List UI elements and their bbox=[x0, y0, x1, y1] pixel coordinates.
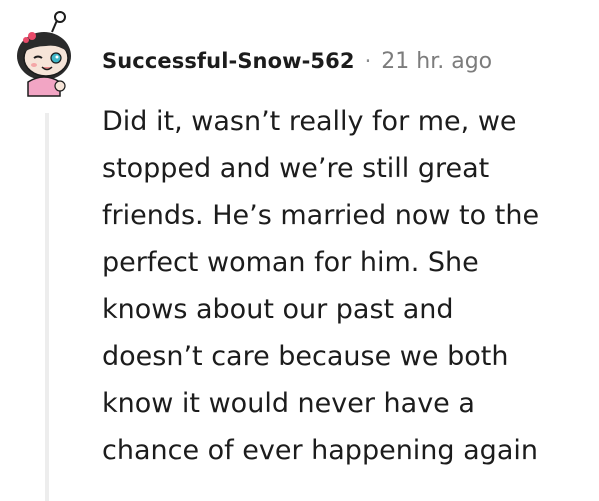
comment-body-line: doesn’t care because we both bbox=[102, 341, 509, 372]
comment-body-line: stopped and we’re still great bbox=[102, 153, 490, 184]
thread-line[interactable] bbox=[45, 113, 49, 501]
comment-body-line: chance of ever happening again bbox=[102, 435, 538, 466]
comment-body-line: friends. He’s married now to the bbox=[102, 200, 540, 231]
comment: Successful-Snow-562 · 21 hr. ago Did it,… bbox=[0, 0, 599, 501]
comment-body-line: Did it, wasn’t really for me, we bbox=[102, 106, 517, 137]
comment-body: Did it, wasn’t really for me, we stopped… bbox=[102, 98, 592, 474]
timestamp-link[interactable]: 21 hr. ago bbox=[381, 49, 492, 74]
comment-body-line: perfect woman for him. She bbox=[102, 247, 479, 278]
username-link[interactable]: Successful-Snow-562 bbox=[102, 49, 355, 73]
comment-body-line: know it would never have a bbox=[102, 388, 475, 419]
snoo-avatar-icon bbox=[17, 11, 71, 97]
comment-header: Successful-Snow-562 · 21 hr. ago bbox=[102, 44, 492, 78]
meta-separator: · bbox=[364, 49, 372, 73]
avatar[interactable] bbox=[14, 10, 86, 98]
comment-body-line: knows about our past and bbox=[102, 294, 454, 325]
